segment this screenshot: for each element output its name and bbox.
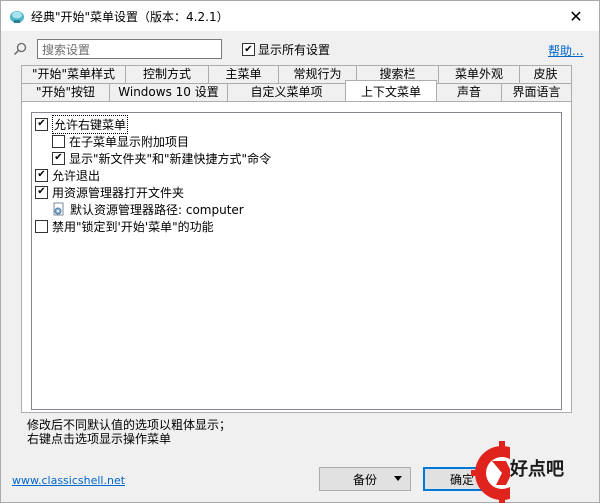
setting-allow-exit[interactable]: ✔ 允许退出	[35, 167, 100, 183]
hint-line-1: 修改后不同默认值的选项以粗体显示；	[27, 418, 232, 432]
checkbox[interactable]	[35, 219, 48, 233]
close-button[interactable]: ✕	[553, 1, 599, 31]
setting-disable-pin-to-start[interactable]: 禁用"锁定到'开始'菜单"的功能	[35, 218, 214, 234]
setting-enable-context-menu[interactable]: ✔ 允许右键菜单	[35, 114, 129, 134]
show-all-label: 显示所有设置	[258, 43, 331, 57]
checkbox[interactable]	[52, 134, 65, 148]
setting-show-new-folder-commands[interactable]: ✔ 显示"新文件夹"和"新建快捷方式"命令	[52, 150, 271, 166]
checkbox[interactable]: ✔	[52, 151, 65, 165]
backup-label: 备份	[352, 472, 377, 487]
backup-button[interactable]: 备份	[319, 467, 411, 491]
tab-row-1: "开始"菜单样式 控制方式 主菜单 常规行为 搜索栏 菜单外观 皮肤	[21, 65, 572, 83]
tab-start-button[interactable]: "开始"按钮	[21, 83, 110, 101]
tab-main-menu[interactable]: 主菜单	[208, 65, 279, 83]
folder-settings-icon	[53, 202, 64, 216]
tab-skin[interactable]: 皮肤	[519, 65, 572, 83]
tab-windows10-settings[interactable]: Windows 10 设置	[109, 83, 228, 101]
window-title: 经典"开始"菜单设置（版本：4.2.1）	[31, 10, 229, 24]
hint-text: 修改后不同默认值的选项以粗体显示； 右键点击选项显示操作菜单	[27, 418, 231, 446]
tab-start-menu-style[interactable]: "开始"菜单样式	[21, 65, 126, 83]
website-link[interactable]: www.classicshell.net	[12, 474, 125, 487]
classic-shell-icon	[10, 11, 24, 23]
title-bar: 经典"开始"菜单设置（版本：4.2.1） ✕	[1, 1, 599, 31]
setting-label: 显示"新文件夹"和"新建快捷方式"命令	[69, 151, 272, 166]
setting-label: 默认资源管理器路径: computer	[70, 202, 244, 217]
dropdown-arrow-icon	[394, 476, 402, 481]
checkbox[interactable]: ✔	[35, 168, 48, 182]
help-link[interactable]: 帮助...	[548, 42, 583, 59]
setting-label: 禁用"锁定到'开始'菜单"的功能	[52, 219, 214, 234]
settings-window: 经典"开始"菜单设置（版本：4.2.1） ✕ 搜索设置 ✔ 显示所有设置 帮助.…	[0, 0, 600, 503]
tab-strip: "开始"菜单样式 控制方式 主菜单 常规行为 搜索栏 菜单外观 皮肤 "开始"按…	[21, 65, 572, 101]
tab-controls[interactable]: 控制方式	[125, 65, 209, 83]
setting-open-with-explorer[interactable]: ✔ 用资源管理器打开文件夹	[35, 184, 184, 200]
setting-label: 在子菜单显示附加项目	[69, 134, 190, 149]
tab-language[interactable]: 界面语言	[501, 83, 572, 101]
tab-menu-look[interactable]: 菜单外观	[438, 65, 520, 83]
checkbox[interactable]: ✔	[35, 185, 48, 199]
setting-show-extra-items[interactable]: 在子菜单显示附加项目	[52, 133, 189, 149]
setting-label: 用资源管理器打开文件夹	[52, 185, 185, 200]
checkbox[interactable]: ✔	[35, 117, 48, 131]
setting-label: 允许退出	[52, 168, 101, 183]
watermark-text: 好点吧	[510, 459, 564, 480]
search-input[interactable]: 搜索设置	[37, 39, 222, 59]
show-all-checkbox[interactable]: ✔	[242, 43, 255, 56]
watermark-gear-logo-icon	[471, 441, 510, 503]
tab-sound[interactable]: 声音	[436, 83, 502, 101]
search-row: 搜索设置 ✔ 显示所有设置 帮助...	[1, 37, 599, 61]
search-icon	[13, 42, 27, 56]
settings-tree[interactable]: ✔ 允许右键菜单 在子菜单显示附加项目 ✔ 显示"新文件夹"和"新建快捷方式"命…	[31, 112, 562, 410]
tab-panel: ✔ 允许右键菜单 在子菜单显示附加项目 ✔ 显示"新文件夹"和"新建快捷方式"命…	[21, 101, 572, 413]
setting-explorer-path[interactable]: 默认资源管理器路径: computer	[52, 201, 244, 217]
tab-customize-menu[interactable]: 自定义菜单项	[227, 83, 346, 101]
close-icon: ✕	[569, 6, 583, 26]
tab-context-menu[interactable]: 上下文菜单	[345, 80, 437, 101]
tab-row-2: "开始"按钮 Windows 10 设置 自定义菜单项 上下文菜单 声音 界面语…	[21, 80, 572, 101]
watermark: 好点吧	[466, 431, 600, 503]
hint-line-2: 右键点击选项显示操作菜单	[27, 432, 172, 446]
setting-label: 允许右键菜单	[52, 114, 129, 134]
show-all-settings-option[interactable]: ✔ 显示所有设置	[242, 41, 330, 58]
